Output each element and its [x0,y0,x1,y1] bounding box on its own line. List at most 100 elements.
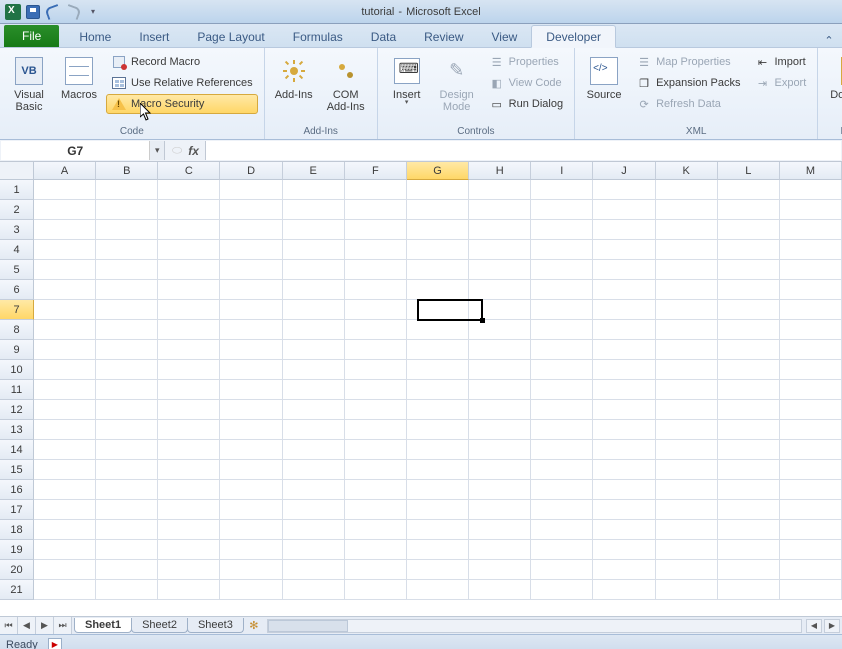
export-button[interactable]: ⇥ Export [749,73,811,93]
row-header-15[interactable]: 15 [0,460,34,480]
cell-C2[interactable] [158,200,220,220]
cell-I3[interactable] [531,220,593,240]
cell-L8[interactable] [718,320,780,340]
new-sheet-button[interactable]: ✻ [243,619,265,632]
cell-L20[interactable] [718,560,780,580]
cell-K3[interactable] [656,220,718,240]
cell-J4[interactable] [593,240,655,260]
name-box[interactable]: ▾ [1,141,165,160]
cell-L9[interactable] [718,340,780,360]
cell-F19[interactable] [345,540,407,560]
tab-home[interactable]: Home [65,26,125,47]
cell-A13[interactable] [34,420,96,440]
cell-E6[interactable] [283,280,345,300]
cell-D18[interactable] [220,520,282,540]
cell-I18[interactable] [531,520,593,540]
cell-K9[interactable] [656,340,718,360]
cell-H15[interactable] [469,460,531,480]
cell-C5[interactable] [158,260,220,280]
view-code-button[interactable]: ◧ View Code [484,73,568,93]
cell-D16[interactable] [220,480,282,500]
cell-L14[interactable] [718,440,780,460]
cell-I8[interactable] [531,320,593,340]
cell-M13[interactable] [780,420,842,440]
cell-H20[interactable] [469,560,531,580]
worksheet-grid[interactable]: ABCDEFGHIJKLM 12345678910111213141516171… [0,162,842,616]
cell-F20[interactable] [345,560,407,580]
cell-J15[interactable] [593,460,655,480]
cell-E7[interactable] [283,300,345,320]
cell-J5[interactable] [593,260,655,280]
cell-G5[interactable] [407,260,469,280]
save-icon[interactable] [24,3,42,21]
cell-H21[interactable] [469,580,531,600]
cell-C4[interactable] [158,240,220,260]
hscroll-right-icon[interactable]: ▶ [824,619,840,633]
qat-customize-icon[interactable]: ▾ [84,3,102,21]
cell-E20[interactable] [283,560,345,580]
cell-G18[interactable] [407,520,469,540]
cell-D3[interactable] [220,220,282,240]
cell-A6[interactable] [34,280,96,300]
cell-K10[interactable] [656,360,718,380]
cell-F14[interactable] [345,440,407,460]
cell-A15[interactable] [34,460,96,480]
row-header-12[interactable]: 12 [0,400,34,420]
cell-G3[interactable] [407,220,469,240]
row-header-5[interactable]: 5 [0,260,34,280]
cell-A10[interactable] [34,360,96,380]
row-header-21[interactable]: 21 [0,580,34,600]
cell-A19[interactable] [34,540,96,560]
cell-H4[interactable] [469,240,531,260]
col-header-M[interactable]: M [780,162,842,180]
cell-L6[interactable] [718,280,780,300]
cell-D11[interactable] [220,380,282,400]
cell-L21[interactable] [718,580,780,600]
tab-developer[interactable]: Developer [531,25,616,48]
cell-E8[interactable] [283,320,345,340]
cell-B9[interactable] [96,340,158,360]
cell-I9[interactable] [531,340,593,360]
tab-page-layout[interactable]: Page Layout [183,26,278,47]
cell-F9[interactable] [345,340,407,360]
cell-I5[interactable] [531,260,593,280]
cell-B11[interactable] [96,380,158,400]
cell-G19[interactable] [407,540,469,560]
cell-A12[interactable] [34,400,96,420]
sheet-tab-sheet3[interactable]: Sheet3 [187,618,244,633]
cell-C1[interactable] [158,180,220,200]
sheet-nav-next-icon[interactable]: ▶ [36,617,54,634]
cell-D21[interactable] [220,580,282,600]
col-header-K[interactable]: K [656,162,718,180]
cell-F1[interactable] [345,180,407,200]
cell-H10[interactable] [469,360,531,380]
cell-H18[interactable] [469,520,531,540]
cell-J20[interactable] [593,560,655,580]
cell-M8[interactable] [780,320,842,340]
cell-C18[interactable] [158,520,220,540]
cell-M7[interactable] [780,300,842,320]
cell-J3[interactable] [593,220,655,240]
cell-H5[interactable] [469,260,531,280]
cell-E3[interactable] [283,220,345,240]
cell-M1[interactable] [780,180,842,200]
cell-L4[interactable] [718,240,780,260]
row-header-3[interactable]: 3 [0,220,34,240]
row-header-6[interactable]: 6 [0,280,34,300]
cell-D13[interactable] [220,420,282,440]
cell-E12[interactable] [283,400,345,420]
cell-M12[interactable] [780,400,842,420]
sheet-nav-last-icon[interactable]: ⏭ [54,617,72,634]
row-header-2[interactable]: 2 [0,200,34,220]
cell-H2[interactable] [469,200,531,220]
cell-K11[interactable] [656,380,718,400]
cell-I4[interactable] [531,240,593,260]
cell-D15[interactable] [220,460,282,480]
cell-F8[interactable] [345,320,407,340]
cell-A5[interactable] [34,260,96,280]
cell-I17[interactable] [531,500,593,520]
com-addins-button[interactable]: COM Add-Ins [321,52,371,116]
cell-J17[interactable] [593,500,655,520]
cell-L10[interactable] [718,360,780,380]
properties-button[interactable]: ☰ Properties [484,52,568,72]
